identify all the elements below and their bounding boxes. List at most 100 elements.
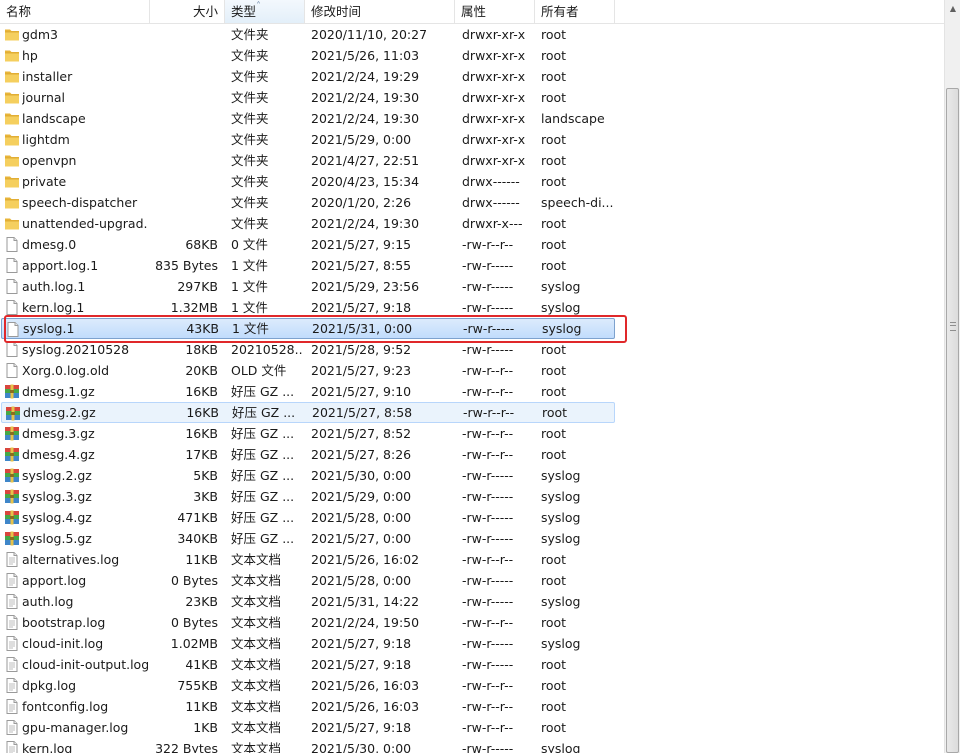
column-attributes-label: 属性 [461, 4, 487, 19]
file-row[interactable]: dmesg.2.gz 16KB 好压 GZ ... 2021/5/27, 8:58 -r… [1, 402, 615, 423]
file-name: dmesg.0 [22, 237, 77, 252]
vertical-scrollbar[interactable]: ▲ [944, 0, 960, 753]
column-type-header[interactable]: 类型 ˄ [225, 0, 305, 23]
file-attributes: -rw-r--r-- [462, 678, 514, 693]
file-row[interactable]: bootstrap.log 0 Bytes 文本文档 2021/2/24, 19:50… [0, 612, 944, 633]
text-file-icon [4, 720, 20, 735]
column-name-label: 名称 [6, 4, 32, 19]
file-modified: 2021/5/27, 8:55 [311, 258, 412, 273]
text-file-icon [4, 615, 20, 630]
archive-icon [4, 468, 20, 483]
file-row[interactable]: syslog.2.gz 5KB 好压 GZ ... 2021/5/30, 0:00 -r… [0, 465, 944, 486]
file-row[interactable]: gdm3 文件夹 2020/11/10, 20:27 drwxr-xr-x root [0, 24, 944, 45]
file-modified: 2021/5/30, 0:00 [311, 741, 412, 753]
file-row[interactable]: journal 文件夹 2021/2/24, 19:30 drwxr-xr-x root [0, 87, 944, 108]
file-row[interactable]: hp 文件夹 2021/5/26, 11:03 drwxr-xr-x root [0, 45, 944, 66]
file-row[interactable]: dmesg.4.gz 17KB 好压 GZ ... 2021/5/27, 8:26 -r… [0, 444, 944, 465]
file-size: 16KB [185, 426, 218, 441]
file-owner: root [541, 699, 567, 714]
file-row[interactable]: syslog.3.gz 3KB 好压 GZ ... 2021/5/29, 0:00 -r… [0, 486, 944, 507]
file-owner: root [541, 615, 567, 630]
column-size-label: 大小 [192, 4, 218, 19]
file-modified: 2021/5/26, 11:03 [311, 48, 420, 63]
file-icon [4, 237, 20, 252]
column-attributes-header[interactable]: 属性 [455, 0, 535, 23]
file-size: 0 Bytes [170, 573, 218, 588]
folder-icon [4, 48, 20, 63]
file-size [150, 108, 218, 129]
file-row[interactable]: apport.log 0 Bytes 文本文档 2021/5/28, 0:00 -rw-… [0, 570, 944, 591]
file-name: openvpn [22, 153, 77, 168]
file-row[interactable]: dmesg.3.gz 16KB 好压 GZ ... 2021/5/27, 8:52 -r… [0, 423, 944, 444]
file-row[interactable]: syslog.5.gz 340KB 好压 GZ ... 2021/5/27, 0:00… [0, 528, 944, 549]
file-modified: 2021/2/24, 19:30 [311, 90, 420, 105]
file-modified: 2021/5/27, 9:18 [311, 657, 412, 672]
folder-icon [4, 132, 20, 147]
file-owner: root [541, 447, 567, 462]
file-attributes: drwxr-xr-x [462, 132, 526, 147]
file-row[interactable]: gpu-manager.log 1KB 文本文档 2021/5/27, 9:18 -rw… [0, 717, 944, 738]
file-owner: syslog [541, 531, 581, 546]
file-row[interactable]: speech-dispatcher 文件夹 2020/1/20, 2:26 drwx-… [0, 192, 944, 213]
file-name: hp [22, 48, 38, 63]
file-owner: root [542, 405, 568, 420]
file-owner: root [541, 720, 567, 735]
file-name: gpu-manager.log [22, 720, 129, 735]
folder-icon [4, 195, 20, 210]
file-owner: syslog [541, 741, 581, 753]
file-row[interactable]: kern.log 322 Bytes 文本文档 2021/5/30, 0:00 -rw-… [0, 738, 944, 753]
file-size: 835 Bytes [155, 258, 218, 273]
file-name: dpkg.log [22, 678, 77, 693]
file-row[interactable]: private 文件夹 2020/4/23, 15:34 drwx------ root [0, 171, 944, 192]
file-row[interactable]: dmesg.1.gz 16KB 好压 GZ ... 2021/5/27, 9:10 -r… [0, 381, 944, 402]
file-size [150, 87, 218, 108]
file-row[interactable]: Xorg.0.log.old 20KB OLD 文件 2021/5/27, 9:23 -… [0, 360, 944, 381]
file-row[interactable]: apport.log.1 835 Bytes 1 文件 2021/5/27, 8:55… [0, 255, 944, 276]
file-attributes: drwxr-xr-x [462, 27, 526, 42]
file-row[interactable]: installer 文件夹 2021/2/24, 19:29 drwxr-xr-x ro… [0, 66, 944, 87]
file-name: syslog.5.gz [22, 531, 92, 546]
file-type: 文件夹 [231, 195, 269, 210]
column-size-header[interactable]: 大小 [150, 0, 225, 23]
archive-icon [4, 384, 20, 399]
file-row[interactable]: dpkg.log 755KB 文本文档 2021/5/26, 16:03 -rw-r--… [0, 675, 944, 696]
file-modified: 2021/5/26, 16:03 [311, 678, 420, 693]
file-row[interactable]: dmesg.0 68KB 0 文件 2021/5/27, 9:15 -rw-r--r--… [0, 234, 944, 255]
file-attributes: -rw-r----- [462, 636, 514, 651]
folder-icon [4, 90, 20, 105]
file-row[interactable]: fontconfig.log 11KB 文本文档 2021/5/26, 16:03 -r… [0, 696, 944, 717]
file-owner: syslog [541, 510, 581, 525]
file-type: 好压 GZ ... [231, 384, 295, 399]
file-row[interactable]: unattended-upgrad... 文件夹 2021/2/24, 19:30 d… [0, 213, 944, 234]
column-owner-header[interactable]: 所有者 [535, 0, 615, 23]
file-row[interactable]: lightdm 文件夹 2021/5/29, 0:00 drwxr-xr-x root [0, 129, 944, 150]
file-row[interactable]: openvpn 文件夹 2021/4/27, 22:51 drwxr-xr-x root [0, 150, 944, 171]
file-owner: root [541, 132, 567, 147]
archive-icon [4, 510, 20, 525]
file-icon [4, 342, 20, 357]
file-row[interactable]: alternatives.log 11KB 文本文档 2021/5/26, 16:02… [0, 549, 944, 570]
column-name-header[interactable]: 名称 [0, 0, 150, 23]
file-modified: 2021/5/27, 8:26 [311, 447, 412, 462]
file-name: private [22, 174, 67, 189]
file-modified: 2021/5/27, 8:52 [311, 426, 412, 441]
file-row[interactable]: landscape 文件夹 2021/2/24, 19:30 drwxr-xr-x la… [0, 108, 944, 129]
file-row[interactable]: auth.log 23KB 文本文档 2021/5/31, 14:22 -rw-r---… [0, 591, 944, 612]
column-modified-header[interactable]: 修改时间 [305, 0, 455, 23]
file-row[interactable]: auth.log.1 297KB 1 文件 2021/5/29, 23:56 -rw-r… [0, 276, 944, 297]
file-attributes: -rw-r--r-- [463, 405, 515, 420]
file-owner: root [541, 384, 567, 399]
file-attributes: -rw-r--r-- [462, 720, 514, 735]
file-row[interactable]: cloud-init-output.log 41KB 文本文档 2021/5/27, … [0, 654, 944, 675]
sort-ascending-icon: ˄ [256, 1, 261, 12]
file-owner: root [541, 573, 567, 588]
file-row[interactable]: cloud-init.log 1.02MB 文本文档 2021/5/27, 9:18 -… [0, 633, 944, 654]
file-attributes: -rw-r--r-- [462, 699, 514, 714]
file-type: 好压 GZ ... [231, 426, 295, 441]
file-row[interactable]: syslog.4.gz 471KB 好压 GZ ... 2021/5/28, 0:00… [0, 507, 944, 528]
scroll-up-icon[interactable]: ▲ [945, 0, 960, 17]
archive-icon [4, 489, 20, 504]
file-name: auth.log [22, 594, 74, 609]
file-type: 文本文档 [231, 573, 282, 588]
scrollbar-thumb[interactable] [946, 88, 959, 753]
